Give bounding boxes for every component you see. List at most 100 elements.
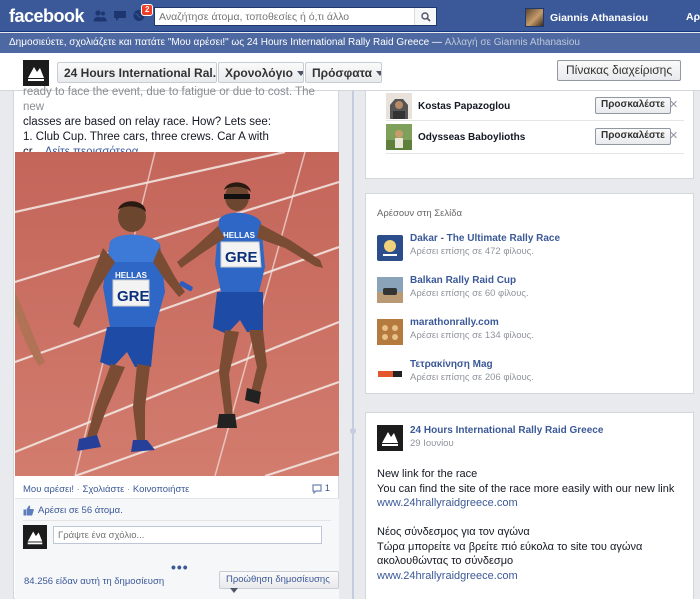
- post-text: ready to face the event, due to fatigue …: [23, 85, 333, 160]
- liked-page-name[interactable]: marathonrally.com: [410, 317, 499, 328]
- friend-requests-icon[interactable]: [93, 9, 107, 22]
- page-logo[interactable]: [23, 60, 49, 86]
- user-avatar: [525, 8, 544, 27]
- top-bar: facebook 2 Giannis Athanasiou Αρ: [0, 0, 700, 32]
- timeline-post: ready to face the event, due to fatigue …: [13, 86, 339, 599]
- page-name-button[interactable]: 24 Hours International Ral...: [57, 62, 217, 83]
- page-avatar[interactable]: [377, 425, 403, 451]
- friend-name[interactable]: Kostas Papazoglou: [418, 101, 510, 112]
- balkan-rally-logo: [377, 277, 403, 303]
- likes-count-text[interactable]: Αρέσει σε 56 άτομα.: [38, 505, 123, 516]
- post-body-line: You can find the site of the race more e…: [377, 482, 675, 495]
- liked-page-name[interactable]: Dakar - The Ultimate Rally Race: [410, 233, 560, 244]
- timeline-dot: [350, 428, 356, 434]
- rally-logo-icon: [27, 531, 43, 545]
- comment-bubble-icon: [312, 483, 322, 494]
- liked-page-item[interactable]: marathonrally.com Αρέσει επίσης σε 134 φ…: [377, 317, 677, 347]
- comment-link[interactable]: Σχολιάστε: [82, 484, 124, 495]
- timeline-dropdown[interactable]: Χρονολόγιο: [218, 62, 304, 83]
- liked-page-friends: Αρέσει επίσης σε 472 φίλους.: [410, 246, 534, 257]
- post-body-line: Τώρα μπορείτε να βρείτε πιό εύκολα το si…: [377, 540, 643, 553]
- post-feedback-area: Αρέσει σε 56 άτομα. ••• 84.256 είδαν αυτ…: [15, 498, 339, 599]
- recent-dropdown[interactable]: Πρόσφατα: [305, 62, 382, 83]
- notice-text: Δημοσιεύετε, σχολιάζετε και πατάτε "Μου …: [9, 37, 445, 48]
- search-icon: [420, 11, 431, 22]
- liked-page-friends: Αρέσει επίσης σε 60 φίλους.: [410, 288, 529, 299]
- marathonrally-logo: [377, 319, 403, 345]
- liked-page-item[interactable]: Τετρακίνηση Mag Αρέσει επίσης σε 206 φίλ…: [377, 359, 677, 389]
- post-text-line: classes are based on relay race. How? Le…: [23, 116, 272, 128]
- liked-page-friends: Αρέσει επίσης σε 134 φίλους.: [410, 330, 534, 341]
- acting-as-page-notice: Δημοσιεύετε, σχολιάζετε και πατάτε "Μου …: [0, 33, 700, 53]
- commenter-avatar: [23, 525, 47, 549]
- post-author-name[interactable]: 24 Hours International Rally Raid Greece: [410, 425, 603, 436]
- likes-card-title: Αρέσουν στη Σελίδα: [377, 208, 462, 219]
- invite-button[interactable]: Προσκαλέστε: [595, 128, 671, 145]
- friend-avatar[interactable]: [386, 124, 412, 150]
- liked-page-friends: Αρέσει επίσης σε 206 φίλους.: [410, 372, 534, 383]
- friend-name[interactable]: Odysseas Baboylioths: [418, 132, 525, 143]
- divider: [386, 120, 684, 121]
- post-actions: Μου αρέσει! · Σχολιάστε · Κοινοποιήστε: [23, 484, 189, 495]
- liked-page-item[interactable]: Dakar - The Ultimate Rally Race Αρέσει ε…: [377, 233, 677, 263]
- page-name-label: 24 Hours International Ral...: [64, 66, 217, 80]
- close-icon[interactable]: ✕: [669, 98, 678, 111]
- link-post: 24 Hours International Rally Raid Greece…: [365, 412, 694, 599]
- recent-label: Πρόσφατα: [312, 66, 372, 80]
- messages-icon[interactable]: [113, 9, 127, 22]
- post-text-line: ready to face the event, due to fatigue …: [23, 86, 315, 113]
- post-photo[interactable]: HELLAS GRE HELLAS GRE: [15, 152, 339, 476]
- promote-label: Προώθηση δημοσίευσης: [226, 574, 330, 585]
- race-website-link[interactable]: www.24hrallyraidgreece.com: [377, 569, 687, 584]
- jersey-text: HELLAS: [115, 271, 148, 280]
- home-link[interactable]: Αρ: [686, 11, 700, 23]
- admin-panel-button[interactable]: Πίνακας διαχείρισης: [557, 60, 682, 81]
- close-icon[interactable]: ✕: [669, 129, 678, 142]
- dakar-logo: [377, 235, 403, 261]
- likes-row: Αρέσει σε 56 άτομα.: [23, 505, 123, 516]
- chevron-down-icon: [296, 71, 303, 77]
- like-link[interactable]: Μου αρέσει!: [23, 484, 74, 495]
- chevron-down-icon: [230, 587, 238, 593]
- post-body-line: New link for the race: [377, 468, 478, 480]
- invite-row: Kostas Papazoglou Προσκαλέστε ✕: [386, 93, 684, 121]
- search-button[interactable]: [414, 8, 436, 25]
- chevron-down-icon: [376, 71, 381, 77]
- invite-friends-card: Kostas Papazoglou Προσκαλέστε ✕ Odysseas…: [365, 91, 694, 179]
- views-row: 84.256 είδαν αυτή τη δημοσίευση Προώθηση…: [15, 566, 339, 593]
- user-profile-link[interactable]: Giannis Athanasiou: [525, 8, 648, 27]
- tetrakinisi-logo: [377, 361, 403, 387]
- timeline-spine: [352, 91, 354, 599]
- page-likes-card: Αρέσουν στη Σελίδα Dakar - The Ultimate …: [365, 193, 694, 394]
- post-date[interactable]: 29 Ιουνίου: [410, 438, 454, 449]
- comment-count-value: 1: [324, 483, 330, 494]
- relay-race-photo: HELLAS GRE HELLAS GRE: [15, 152, 339, 476]
- rally-logo-icon: [28, 67, 44, 81]
- bib-number: GRE: [225, 249, 258, 266]
- liked-page-item[interactable]: Balkan Rally Raid Cup Αρέσει επίσης σε 6…: [377, 275, 677, 305]
- bib-number: GRE: [117, 288, 150, 305]
- jersey-text: HELLAS: [223, 231, 256, 240]
- liked-page-name[interactable]: Τετρακίνηση Mag: [410, 359, 493, 370]
- user-name: Giannis Athanasiou: [550, 11, 649, 24]
- switch-user-link[interactable]: Αλλαγή σε Giannis Athanasiou: [445, 37, 580, 48]
- search-input[interactable]: [155, 8, 415, 25]
- race-website-link[interactable]: www.24hrallyraidgreece.com: [377, 496, 687, 511]
- thumbs-up-icon: [23, 505, 34, 516]
- post-views-text[interactable]: 84.256 είδαν αυτή τη δημοσίευση: [24, 576, 164, 587]
- comment-input[interactable]: [53, 526, 322, 544]
- timeline-label: Χρονολόγιο: [225, 66, 293, 80]
- friend-avatar[interactable]: [386, 93, 412, 119]
- comment-count[interactable]: 1: [312, 483, 330, 494]
- post-body-line: Νέος σύνδεσμος για τον αγώνα: [377, 526, 530, 538]
- facebook-logo[interactable]: facebook: [9, 6, 85, 27]
- divider: [386, 153, 684, 154]
- invite-button[interactable]: Προσκαλέστε: [595, 97, 671, 114]
- liked-page-name[interactable]: Balkan Rally Raid Cup: [410, 275, 516, 286]
- promote-post-button[interactable]: Προώθηση δημοσίευσης: [219, 571, 339, 593]
- share-link[interactable]: Κοινοποιήστε: [133, 484, 189, 495]
- rally-logo-icon: [382, 432, 398, 446]
- notification-count-badge: 2: [141, 4, 154, 16]
- post-body: New link for the race You can find the s…: [377, 467, 687, 583]
